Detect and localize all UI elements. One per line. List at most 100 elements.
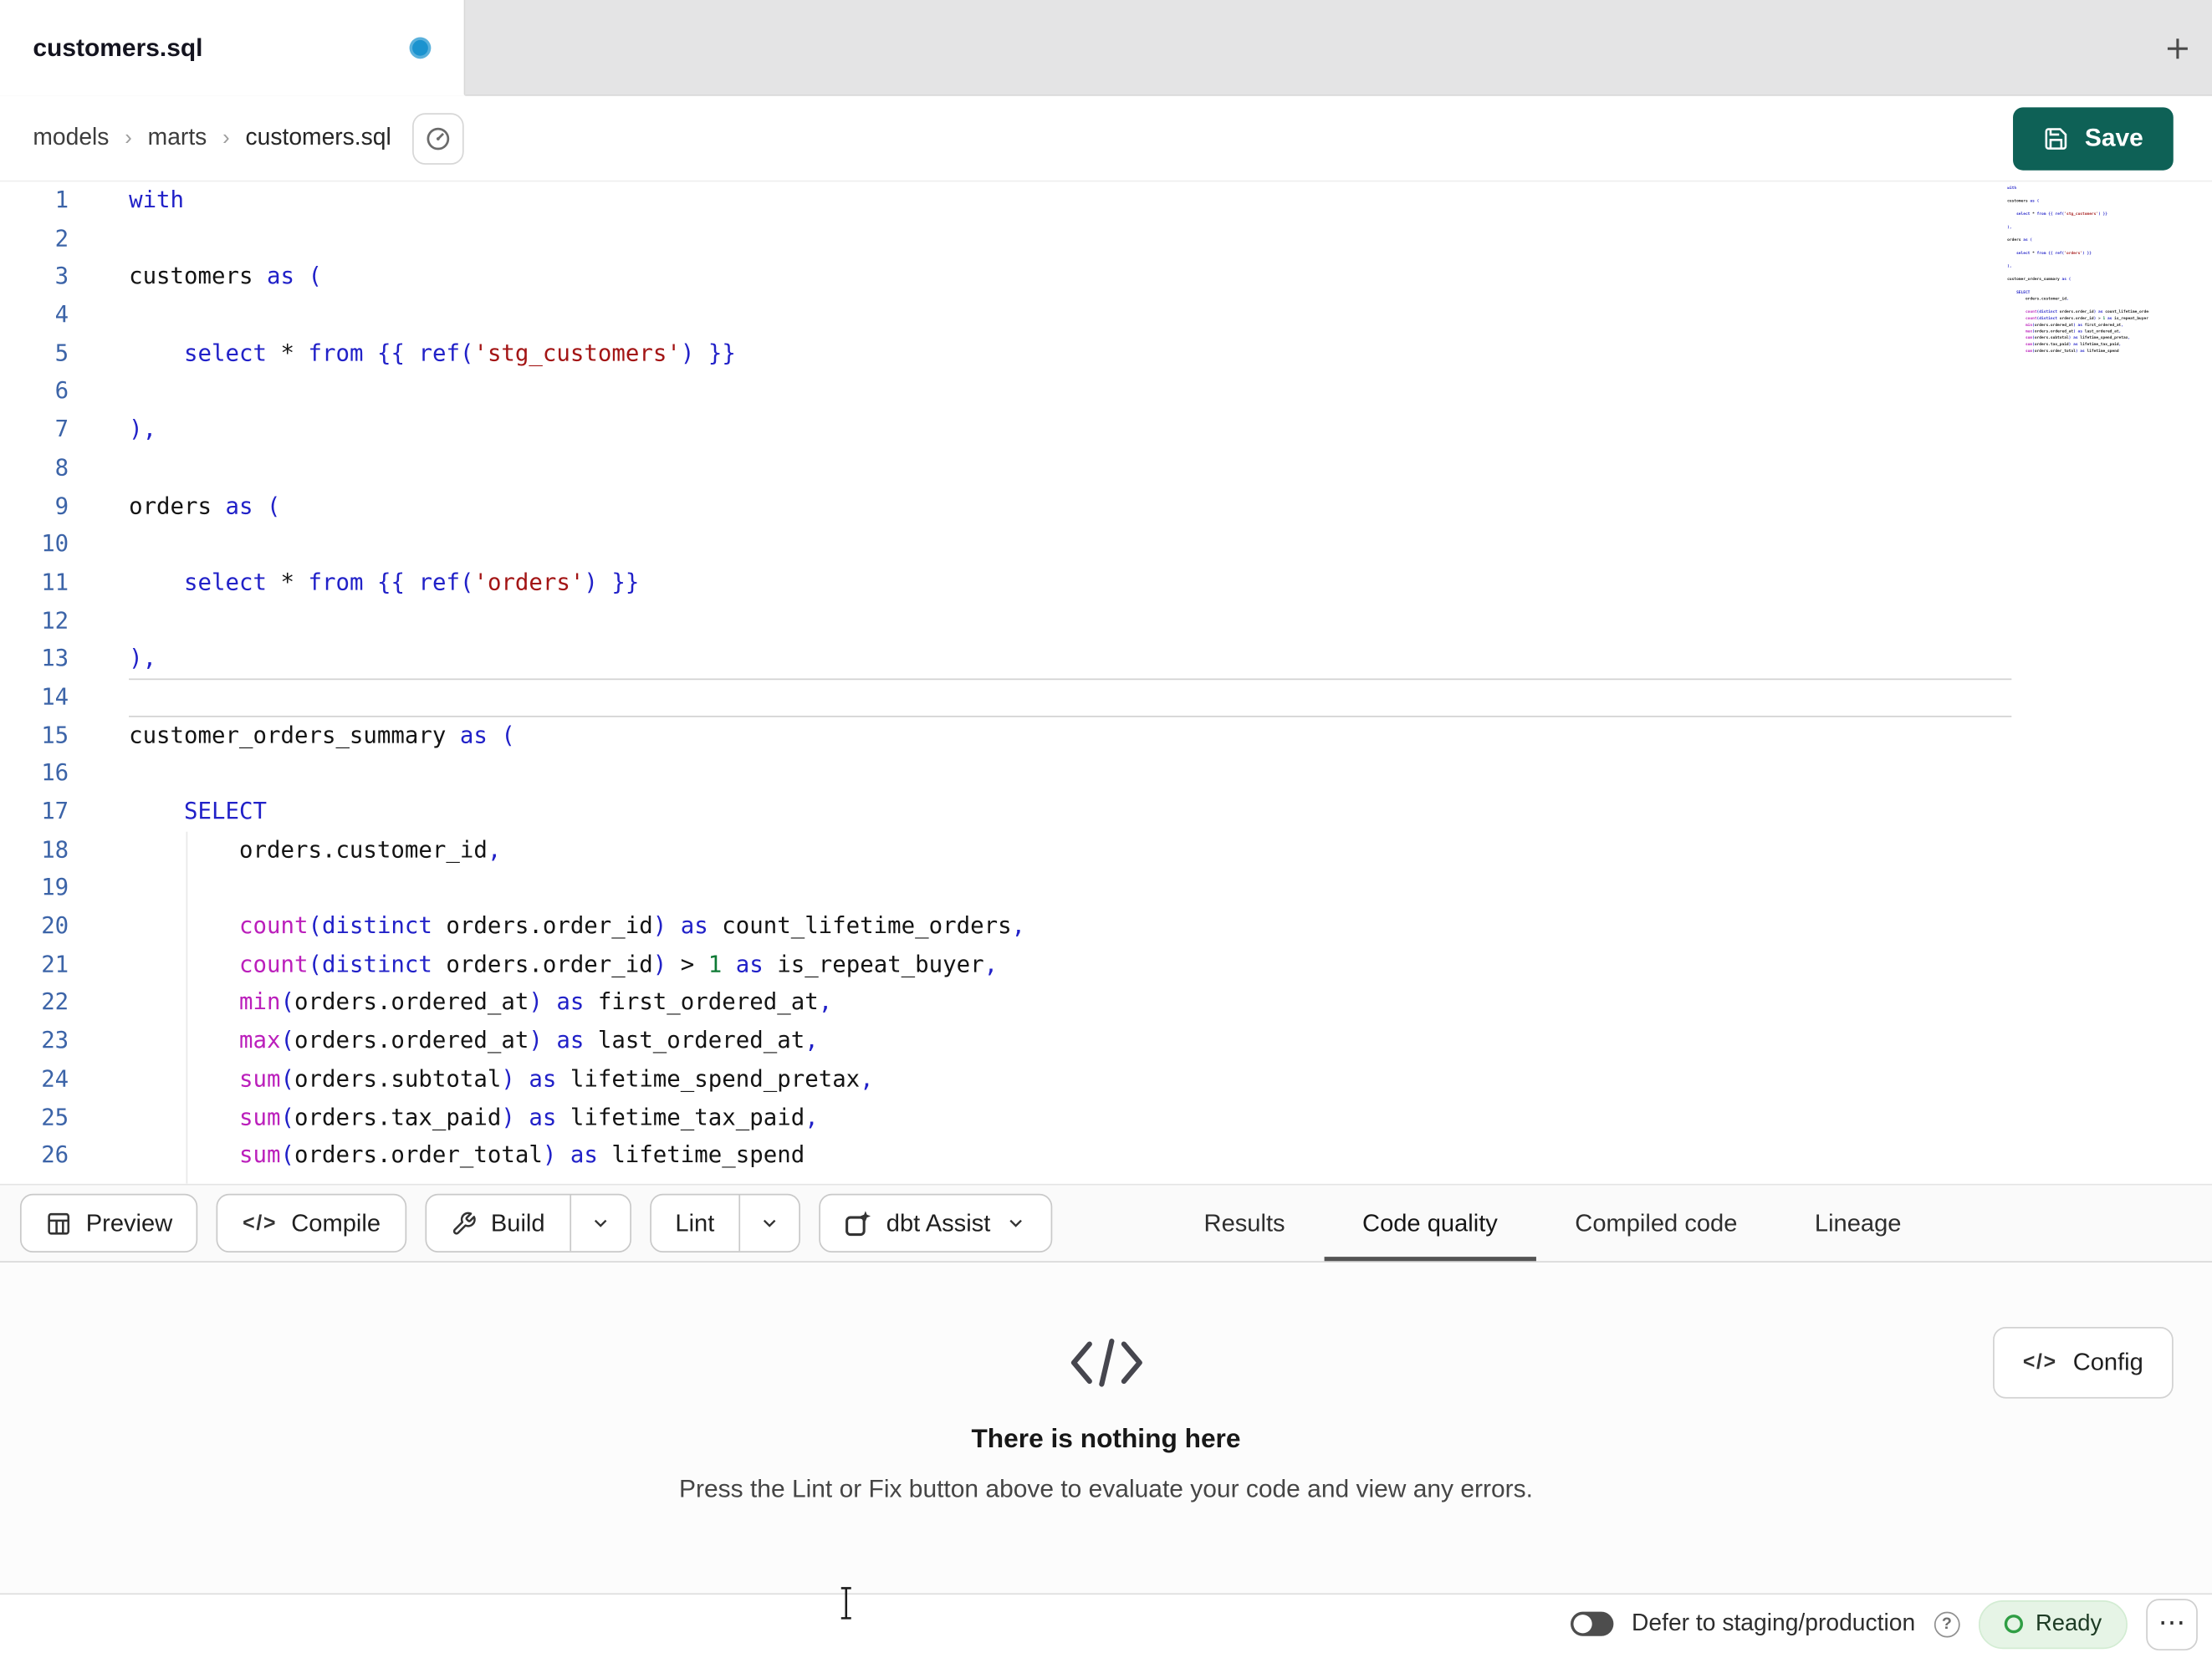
code-line-26[interactable]: 26 sum(orders.order_total) as lifetime_s…: [0, 1137, 2212, 1176]
line-number: 11: [41, 568, 69, 595]
code-line-3[interactable]: 3 customers as (: [0, 258, 2212, 297]
code-slash-icon: [1070, 1339, 1142, 1387]
line-number: 9: [54, 492, 69, 519]
lint-options-button[interactable]: [738, 1195, 799, 1252]
code-line-17[interactable]: 17 SELECT: [0, 793, 2212, 831]
line-number: 16: [41, 758, 69, 787]
overflow-menu-button[interactable]: ⋯: [2146, 1598, 2198, 1650]
line-number: 22: [41, 988, 69, 1016]
code-line-text: select * from {{ ref('stg_customers') }}: [2016, 212, 2107, 217]
lint-split-button: Lint: [649, 1193, 801, 1253]
save-button[interactable]: Save: [2013, 106, 2174, 170]
code-line-text: orders.customer_id,: [2007, 296, 2069, 301]
code-line-1[interactable]: 1 with: [0, 181, 2212, 220]
minimap-line: [2007, 257, 2148, 263]
code-line-15[interactable]: 15 customer_orders_summary as (: [0, 717, 2212, 755]
code-line-text: customer_orders_summary as (: [129, 721, 515, 748]
line-number: 24: [41, 1064, 69, 1092]
code-line-25[interactable]: 25 sum(orders.tax_paid) as lifetime_tax_…: [0, 1099, 2212, 1137]
code-line-22[interactable]: 22 min(orders.ordered_at) as first_order…: [0, 984, 2212, 1023]
defer-toggle[interactable]: [1570, 1611, 1613, 1636]
breadcrumb-item[interactable]: models: [33, 125, 109, 152]
breadcrumb-separator: ›: [222, 125, 230, 151]
gauge-icon: [427, 126, 450, 150]
ready-status-badge[interactable]: Ready: [1978, 1599, 2128, 1649]
code-line-12[interactable]: 12: [0, 602, 2212, 640]
code-line-text: min(orders.ordered_at) as first_ordered_…: [239, 988, 833, 1016]
code-line-8[interactable]: 8: [0, 449, 2212, 487]
code-line-text: sum(orders.tax_paid) as lifetime_tax_pai…: [239, 1103, 819, 1130]
breadcrumb-separator: ›: [125, 125, 132, 151]
code-line-14[interactable]: 14: [0, 678, 2212, 717]
line-number: 26: [41, 1140, 69, 1169]
minimap-line: [2007, 243, 2148, 250]
line-number: 12: [41, 606, 69, 634]
code-line-text: orders.customer_id,: [129, 835, 502, 863]
dbt-assist-button[interactable]: dbt Assist: [819, 1193, 1052, 1253]
minimap[interactable]: with customers as ( select * from {{ ref(…: [2007, 185, 2148, 355]
line-number: 20: [41, 911, 69, 940]
status-ring-icon: [2004, 1615, 2023, 1634]
code-line-text: count(distinct orders.order_id) as count…: [2025, 309, 2149, 314]
build-button[interactable]: Build: [427, 1195, 570, 1251]
code-line-5[interactable]: 5 select * from {{ ref('stg_customers') …: [0, 334, 2212, 373]
tab-code-quality[interactable]: Code quality: [1323, 1186, 1537, 1262]
line-number: 7: [54, 415, 69, 443]
preview-label: Preview: [85, 1208, 173, 1237]
code-line-16[interactable]: 16: [0, 755, 2212, 793]
new-tab-button[interactable]: [2149, 20, 2206, 77]
compile-button[interactable]: </> Compile: [217, 1193, 406, 1253]
defer-label: Defer to staging/production: [1632, 1610, 1916, 1636]
status-bar: Defer to staging/production ? Ready ⋯: [0, 1593, 2212, 1653]
tab-results[interactable]: Results: [1165, 1186, 1323, 1262]
minimap-line: sum(orders.subtotal) as lifetime_spend_p…: [2007, 334, 2148, 341]
code-line-text: with: [2007, 185, 2017, 191]
tab-results-label: Results: [1203, 1208, 1285, 1237]
table-icon: [48, 1212, 70, 1234]
dbt-ide-window: customers.sql models › marts › customers.sql…: [0, 0, 2212, 1653]
code-line-text: select * from {{ ref('orders') }}: [2016, 250, 2092, 256]
help-icon[interactable]: ?: [1934, 1610, 1960, 1637]
code-quality-panel: </> Config There is nothing here Press t…: [0, 1262, 2212, 1594]
code-line-9[interactable]: 9 orders as (: [0, 487, 2212, 526]
minimap-line: max(orders.ordered_at) as last_ordered_a…: [2007, 328, 2148, 334]
code-line-24[interactable]: 24 sum(orders.subtotal) as lifetime_spen…: [0, 1060, 2212, 1099]
file-state-button[interactable]: [412, 112, 465, 165]
code-line-18[interactable]: 18 orders.customer_id,: [0, 831, 2212, 870]
minimap-line: sum(orders.order_total) as lifetime_spen…: [2007, 348, 2148, 355]
tab-compiled-code[interactable]: Compiled code: [1536, 1186, 1776, 1262]
tab-strip: customers.sql: [0, 0, 2212, 96]
save-label: Save: [2084, 123, 2143, 152]
breadcrumb-item[interactable]: customers.sql: [246, 125, 391, 152]
ready-label: Ready: [2035, 1610, 2102, 1635]
code-line-19[interactable]: 19: [0, 870, 2212, 908]
minimap-line: count(distinct orders.order_id) > 1 as i…: [2007, 315, 2149, 322]
code-line-10[interactable]: 10: [0, 526, 2212, 564]
config-button[interactable]: </> Config: [1992, 1326, 2174, 1399]
code-line-23[interactable]: 23 max(orders.ordered_at) as last_ordere…: [0, 1023, 2212, 1061]
code-line-6[interactable]: 6: [0, 373, 2212, 411]
tab-lineage[interactable]: Lineage: [1776, 1186, 1940, 1262]
code-line-2[interactable]: 2: [0, 220, 2212, 258]
code-line-4[interactable]: 4: [0, 296, 2212, 334]
code-line-20[interactable]: 20 count(distinct orders.order_id) as co…: [0, 907, 2212, 946]
plus-icon: [2167, 38, 2188, 59]
code-line-7[interactable]: 7),: [0, 411, 2212, 450]
code-editor[interactable]: 1 with 2 3 customers as (4 5 select * from {{…: [0, 181, 2212, 1184]
minimap-line: select * from {{ ref('stg_customers') }}: [2007, 211, 2148, 217]
code-line-11[interactable]: 11 select * from {{ ref('orders') }}: [0, 564, 2212, 602]
code-line-13[interactable]: 13),: [0, 640, 2212, 679]
minimap-line: SELECT: [2007, 289, 2148, 296]
line-number: 25: [41, 1103, 69, 1130]
code-line-21[interactable]: 21 count(distinct orders.order_id) > 1 a…: [0, 946, 2212, 984]
code-line-text: ),: [129, 415, 157, 443]
line-number: 8: [54, 453, 69, 481]
file-tab-customers-sql[interactable]: customers.sql: [0, 0, 466, 96]
empty-state: There is nothing here Press the Lint or …: [0, 1263, 2212, 1504]
preview-button[interactable]: Preview: [19, 1193, 199, 1253]
build-options-button[interactable]: [569, 1195, 630, 1252]
breadcrumb-item[interactable]: marts: [148, 125, 207, 152]
breadcrumb: models › marts › customers.sql: [33, 125, 391, 152]
code-line-text: customers as (: [129, 262, 322, 290]
lint-button[interactable]: Lint: [651, 1195, 738, 1251]
